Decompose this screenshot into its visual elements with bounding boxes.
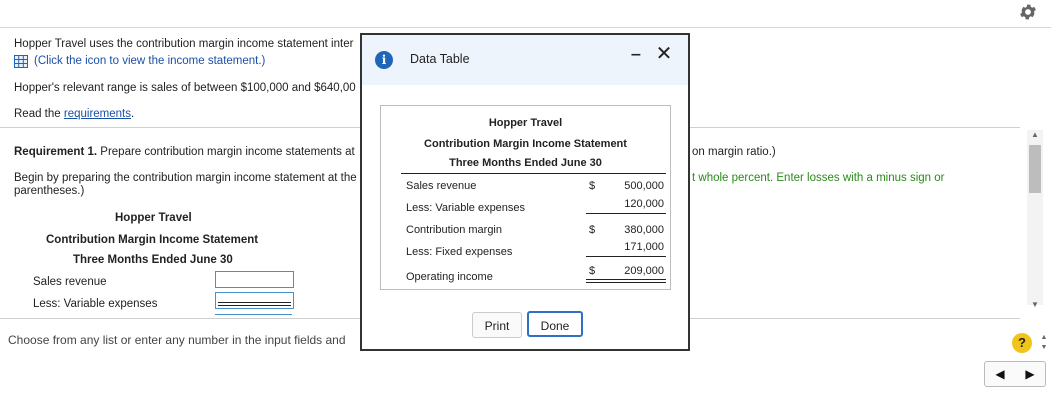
- read-suffix: .: [131, 108, 135, 120]
- begin-line-2: parentheses.): [14, 185, 85, 197]
- table-row-value: 171,000: [624, 241, 664, 253]
- begin-right-hint: t whole percent. Enter losses with a min…: [692, 172, 945, 184]
- sales-revenue-input[interactable]: [215, 271, 294, 288]
- dialog-title: Data Table: [410, 52, 470, 66]
- statement-company: Hopper Travel: [115, 212, 192, 224]
- header-rule: [401, 173, 666, 174]
- minimize-icon[interactable]: ‒: [627, 45, 645, 65]
- pagination-nav: ◀ ▶: [984, 361, 1046, 387]
- total-rule-top: [586, 279, 666, 280]
- spinner-icon[interactable]: ▲ ▼: [1038, 333, 1050, 353]
- read-requirements-line: Read the requirements.: [14, 108, 134, 120]
- table-row-currency: $: [589, 265, 596, 277]
- requirement-label: Requirement 1.: [14, 146, 98, 158]
- table-period: Three Months Ended June 30: [449, 157, 602, 169]
- table-row-value: 500,000: [624, 180, 664, 192]
- table-row-label: Operating income: [406, 271, 493, 283]
- relevant-range-text: Hopper's relevant range is sales of betw…: [14, 82, 356, 94]
- scroll-up-icon[interactable]: ▲: [1029, 130, 1041, 140]
- dialog-header: i Data Table ‒ ✕: [362, 35, 688, 85]
- requirements-link[interactable]: requirements: [64, 108, 131, 120]
- table-row-label: Less: Fixed expenses: [406, 246, 513, 258]
- click-icon-text[interactable]: (Click the icon to view the income state…: [34, 55, 265, 67]
- statement-title: Contribution Margin Income Statement: [46, 234, 259, 246]
- table-company: Hopper Travel: [488, 117, 563, 129]
- next-input-edge: [215, 314, 292, 317]
- requirement-line: Requirement 1. Prepare contribution marg…: [14, 146, 355, 158]
- table-icon[interactable]: [14, 55, 28, 68]
- statement-period: Three Months Ended June 30: [73, 254, 233, 266]
- total-rule-bottom: [586, 282, 666, 283]
- subtotal-rule: [586, 213, 666, 214]
- table-row-label: Less: Variable expenses: [406, 202, 526, 214]
- row-variable-label: Less: Variable expenses: [33, 298, 158, 310]
- left-arrow-icon[interactable]: ◀: [985, 362, 1015, 386]
- intro-text: Hopper Travel uses the contribution marg…: [14, 38, 354, 50]
- table-row-value: 380,000: [624, 224, 664, 236]
- table-row-currency: $: [589, 180, 596, 192]
- table-row-label: Contribution margin: [406, 224, 502, 236]
- table-row-label: Sales revenue: [406, 180, 477, 192]
- done-button[interactable]: Done: [527, 311, 583, 337]
- top-divider: [0, 27, 1051, 28]
- read-prefix: Read the: [14, 108, 64, 120]
- footer-instruction: Choose from any list or enter any number…: [8, 333, 346, 347]
- requirement-right-text: on margin ratio.): [692, 146, 776, 158]
- table-title: Contribution Margin Income Statement: [424, 138, 627, 150]
- gear-icon[interactable]: [1018, 2, 1038, 22]
- help-icon[interactable]: ?: [1012, 333, 1032, 353]
- close-icon[interactable]: ✕: [654, 43, 674, 65]
- subtotal-rule: [586, 256, 666, 257]
- info-icon: i: [375, 51, 393, 69]
- table-row-value: 209,000: [624, 265, 664, 277]
- scroll-down-icon[interactable]: ▼: [1029, 300, 1041, 310]
- print-button[interactable]: Print: [472, 312, 522, 338]
- table-row-currency: $: [589, 224, 596, 236]
- income-statement-table: Hopper Travel Contribution Margin Income…: [380, 105, 671, 290]
- right-arrow-icon[interactable]: ▶: [1015, 362, 1045, 386]
- scrollbar-thumb[interactable]: [1029, 145, 1041, 193]
- table-row-value: 120,000: [624, 198, 664, 210]
- begin-line-1: Begin by preparing the contribution marg…: [14, 172, 357, 184]
- data-table-dialog: i Data Table ‒ ✕ Hopper Travel Contribut…: [360, 33, 690, 351]
- requirement-text: Prepare contribution margin income state…: [97, 146, 355, 158]
- row-sales-label: Sales revenue: [33, 276, 107, 288]
- variable-expenses-input[interactable]: [215, 292, 294, 309]
